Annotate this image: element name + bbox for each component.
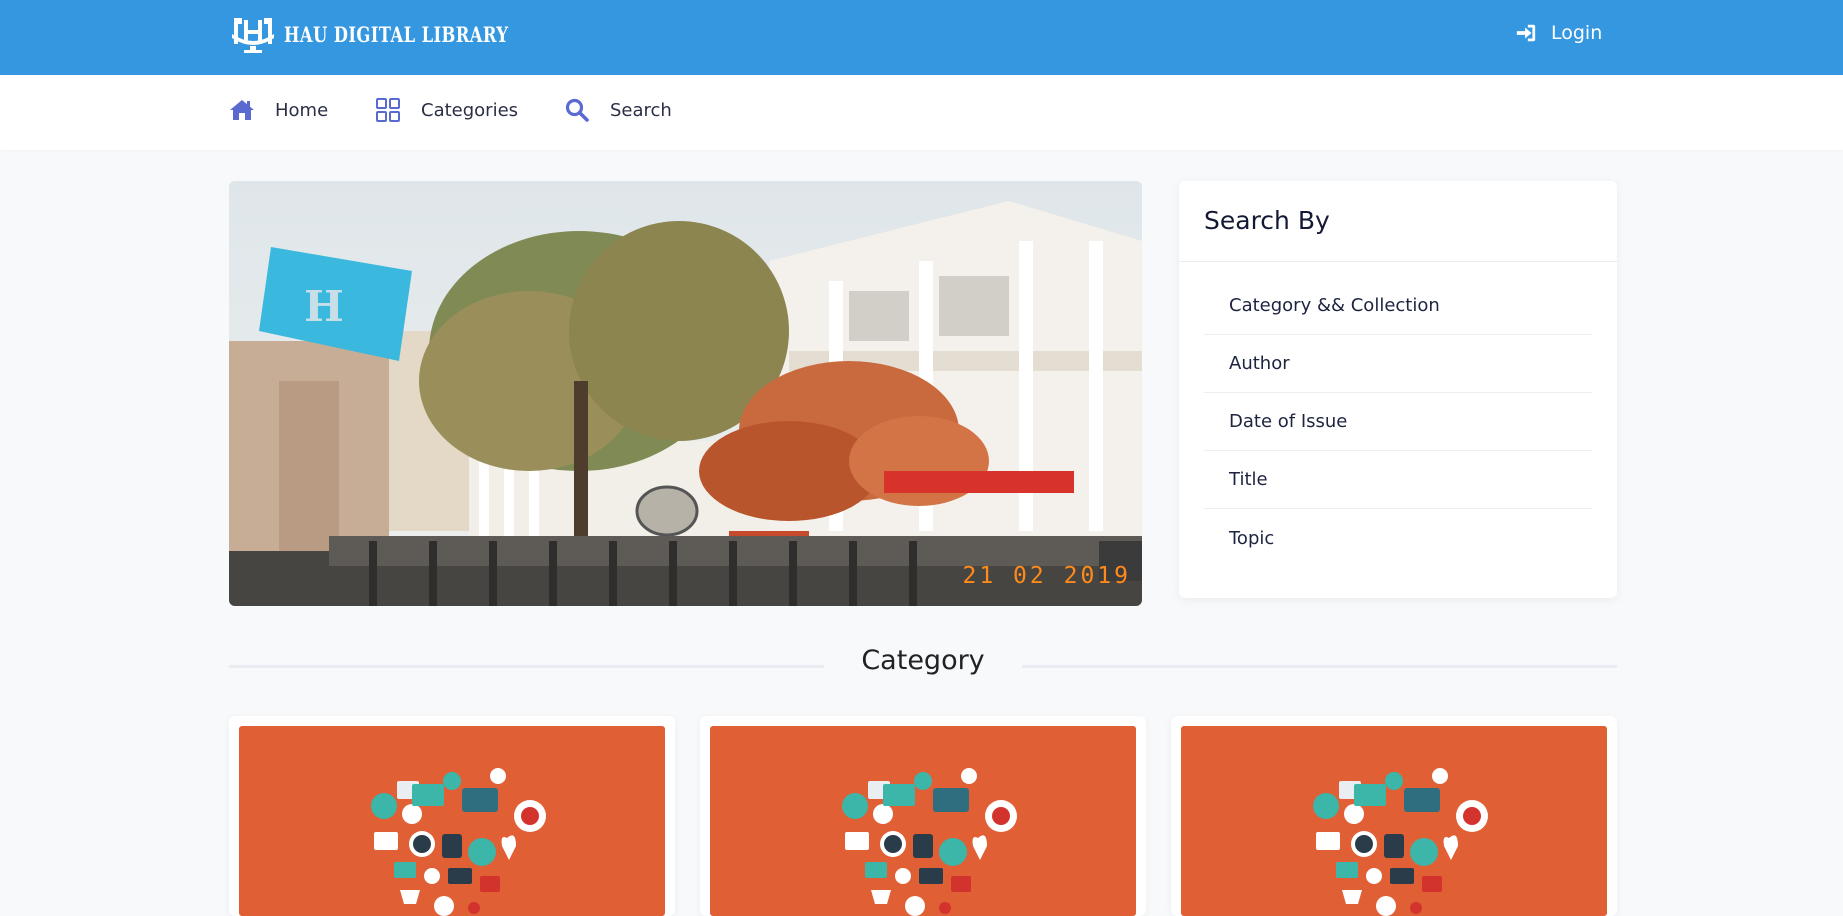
category-divider-left: [229, 665, 824, 668]
category-divider-right: [1022, 665, 1617, 668]
panel-divider: [1179, 261, 1617, 262]
search-by-list: Category && Collection Author Date of Is…: [1204, 277, 1592, 567]
category-card-image: [239, 726, 665, 916]
top-header: HAU DIGITAL LIBRARY Login: [0, 0, 1843, 75]
sign-in-icon: [1516, 24, 1536, 42]
login-button[interactable]: Login: [1515, 22, 1602, 44]
category-card[interactable]: [1171, 716, 1617, 916]
search-by-topic[interactable]: Topic: [1204, 509, 1592, 567]
category-heading: Category: [861, 645, 985, 676]
nav-search[interactable]: Search: [564, 97, 672, 123]
hero-campus-photo: H 21 02 2019: [229, 181, 1142, 606]
hau-logo-icon: [232, 18, 274, 53]
category-card-image: [1181, 726, 1607, 916]
digital-media-icons-illustration: [842, 768, 1017, 916]
nav-home[interactable]: Home: [229, 97, 328, 123]
search-by-title: Search By: [1204, 206, 1330, 235]
digital-media-icons-illustration: [1313, 768, 1488, 916]
sign-letter: H: [304, 282, 344, 331]
search-by-author[interactable]: Author: [1204, 335, 1592, 393]
grid-icon: [376, 98, 400, 122]
search-by-title[interactable]: Title: [1204, 451, 1592, 509]
search-icon: [565, 98, 589, 122]
nav-search-label: Search: [610, 99, 672, 121]
library-logo[interactable]: HAU DIGITAL LIBRARY: [230, 14, 572, 54]
search-by-date-of-issue[interactable]: Date of Issue: [1204, 393, 1592, 451]
category-card[interactable]: [700, 716, 1146, 916]
login-label: Login: [1551, 22, 1603, 44]
category-card-image: [710, 726, 1136, 916]
digital-media-icons-illustration: [371, 768, 546, 916]
search-by-category-collection[interactable]: Category && Collection: [1204, 277, 1592, 335]
nav-categories[interactable]: Categories: [375, 97, 518, 123]
logo-text: HAU DIGITAL LIBRARY: [284, 21, 509, 47]
search-by-panel: Search By Category && Collection Author …: [1179, 181, 1617, 598]
campus-photo-illustration: H 21 02 2019: [229, 181, 1142, 606]
photo-date-stamp: 21 02 2019: [963, 563, 1131, 589]
nav-home-label: Home: [275, 99, 329, 121]
main-nav: Home Categories Search: [0, 75, 1843, 150]
nav-categories-label: Categories: [421, 99, 519, 121]
home-icon: [230, 100, 254, 120]
category-card[interactable]: [229, 716, 675, 916]
